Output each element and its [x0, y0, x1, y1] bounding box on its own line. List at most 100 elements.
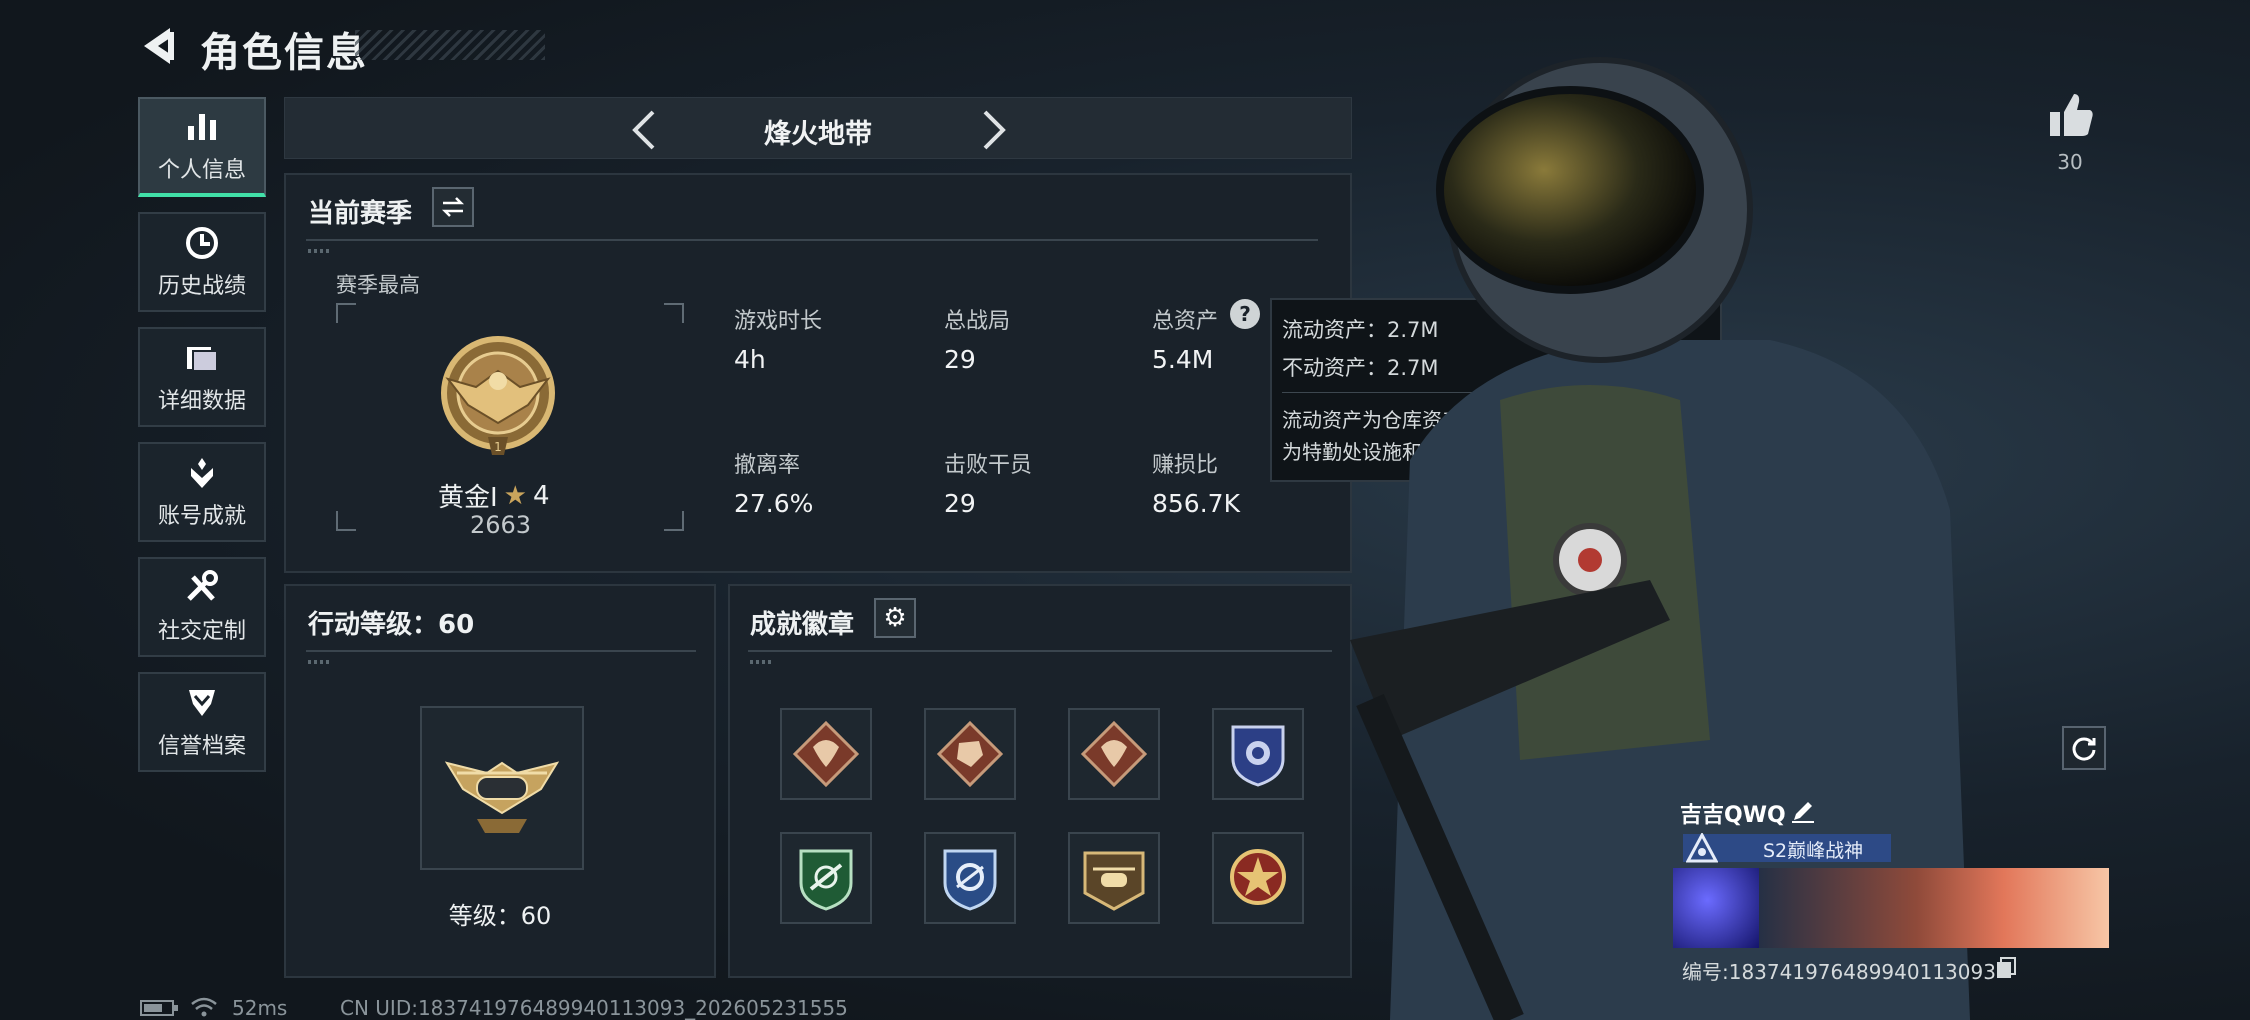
page-title: 角色信息	[200, 30, 368, 76]
gold-rank-emblem-icon: 1	[441, 336, 555, 455]
sidebar-item-label: 社交定制	[157, 619, 246, 644]
sidebar-item-credit[interactable]: 信誉档案	[138, 672, 266, 772]
badge-helicopter[interactable]	[1068, 832, 1160, 924]
battery-icon	[140, 1000, 178, 1016]
blue-shield-badge-icon	[943, 849, 997, 911]
frame-corner	[336, 511, 356, 531]
stat-value-total-assets: 5.4M	[1152, 345, 1214, 374]
help-icon[interactable]: ?	[1230, 299, 1260, 329]
rank-display: 黄金Ⅰ ★ 4	[438, 477, 550, 514]
badge-police[interactable]	[1212, 708, 1304, 800]
sidebar-item-label: 信誉档案	[157, 734, 246, 759]
stat-label-kills: 击败干员	[944, 453, 1033, 478]
back-arrow-icon[interactable]	[138, 24, 178, 68]
avatar	[1673, 868, 1759, 948]
history-clock-icon	[186, 227, 218, 259]
helicopter-emblem-icon	[444, 761, 560, 833]
sidebar-item-details[interactable]: 详细数据	[138, 327, 266, 427]
rank-name: 黄金Ⅰ	[438, 483, 498, 513]
rank-insignia-icon	[1686, 833, 1718, 863]
stat-label-extract-rate: 撤离率	[734, 453, 801, 478]
rank-stars: 4	[532, 480, 550, 511]
like-count: 30	[2057, 150, 2083, 174]
tools-icon	[187, 570, 218, 601]
stat-label-matches: 总战局	[944, 309, 1011, 334]
police-badge-icon	[1231, 725, 1285, 787]
frame-corner	[664, 511, 684, 531]
season-switch-button[interactable]	[432, 187, 474, 227]
badge-green-shield[interactable]	[780, 832, 872, 924]
divider	[306, 650, 696, 652]
bar-chart-icon	[188, 114, 216, 140]
like-button[interactable]	[2046, 92, 2096, 142]
shield-chevron-icon	[189, 690, 215, 716]
rank-title: S2巅峰战神	[1763, 840, 1864, 862]
badge-dragon-2[interactable]	[1068, 708, 1160, 800]
dots-decoration	[750, 660, 772, 664]
player-name: 吉吉QWQ	[1680, 803, 1786, 828]
dots-decoration	[308, 249, 330, 253]
dragon-badge-icon	[1080, 720, 1148, 788]
season-panel: 当前赛季 赛季最高 1 黄金Ⅰ ★ 4 2663 游戏时长 4h 总战局 29 …	[284, 173, 1352, 573]
title-decoration	[355, 30, 545, 60]
stat-value-profit-ratio: 856.7K	[1152, 489, 1240, 518]
badge-dragon[interactable]	[780, 708, 872, 800]
stat-value-playtime: 4h	[734, 345, 766, 374]
badges-title: 成就徽章	[750, 610, 855, 640]
sidebar-item-history[interactable]: 历史战绩	[138, 212, 266, 312]
action-level-title: 行动等级：60	[308, 610, 475, 640]
refresh-button[interactable]	[2062, 726, 2106, 770]
star-icon: ★	[503, 480, 527, 511]
sidebar-item-personal-info[interactable]: 个人信息	[138, 97, 266, 197]
swap-icon	[441, 197, 465, 217]
sidebar-item-social[interactable]: 社交定制	[138, 557, 266, 657]
player-id: 编号:183741976489940113093	[1682, 960, 1996, 984]
stat-value-matches: 29	[944, 345, 976, 374]
wifi-icon	[191, 997, 217, 1017]
edit-pencil-icon[interactable]	[1790, 798, 1816, 824]
badges-panel: 成就徽章 ⚙	[728, 584, 1352, 978]
badge-star-emblem[interactable]	[1212, 832, 1304, 924]
frame-corner	[664, 303, 684, 323]
ping-text: 52ms	[232, 996, 288, 1020]
mode-label: 烽火地带	[764, 119, 872, 150]
stat-label-total-assets: 总资产	[1152, 309, 1219, 334]
divider	[748, 650, 1332, 652]
svg-text:1: 1	[494, 440, 502, 454]
mode-switcher: 烽火地带	[284, 97, 1352, 159]
rank-score: 2663	[470, 511, 532, 539]
sidebar-item-label: 详细数据	[157, 389, 246, 414]
frame-corner	[336, 303, 356, 323]
sidebar-item-label: 账号成就	[157, 504, 246, 529]
season-title: 当前赛季	[308, 199, 413, 229]
badge-blue-shield[interactable]	[924, 832, 1016, 924]
badge-fist[interactable]	[924, 708, 1016, 800]
sidebar-item-achievements[interactable]: 账号成就	[138, 442, 266, 542]
star-emblem-badge-icon	[1230, 849, 1286, 905]
badges-settings-button[interactable]: ⚙	[874, 598, 916, 638]
fist-badge-icon	[936, 720, 1004, 788]
refresh-icon	[2072, 737, 2096, 761]
sidebar-item-label: 个人信息	[157, 158, 246, 183]
green-shield-badge-icon	[799, 849, 853, 911]
sidebar-item-label: 历史战绩	[157, 274, 246, 299]
dragon-badge-icon	[792, 720, 860, 788]
profile-banner[interactable]	[1673, 868, 2109, 948]
season-best-label: 赛季最高	[336, 273, 420, 297]
stat-label-profit-ratio: 赚损比	[1152, 453, 1219, 478]
copy-icon[interactable]	[1996, 957, 2016, 979]
helicopter-badge-icon	[1083, 851, 1145, 911]
action-level-panel: 行动等级：60 等级：60	[284, 584, 716, 978]
stat-value-extract-rate: 27.6%	[734, 489, 814, 518]
uid-text: CN UID:183741976489940113093_20260523155…	[340, 996, 848, 1020]
level-text: 等级：60	[448, 902, 552, 930]
gear-icon: ⚙	[883, 603, 907, 633]
banner-art	[1759, 868, 2109, 948]
dots-decoration	[308, 660, 330, 664]
folder-icon	[187, 347, 218, 372]
chevron-right-icon[interactable]	[975, 108, 1011, 152]
level-emblem-frame[interactable]	[420, 706, 584, 870]
stat-value-kills: 29	[944, 489, 976, 518]
achievement-icon	[191, 458, 213, 488]
stat-label-playtime: 游戏时长	[734, 309, 823, 334]
